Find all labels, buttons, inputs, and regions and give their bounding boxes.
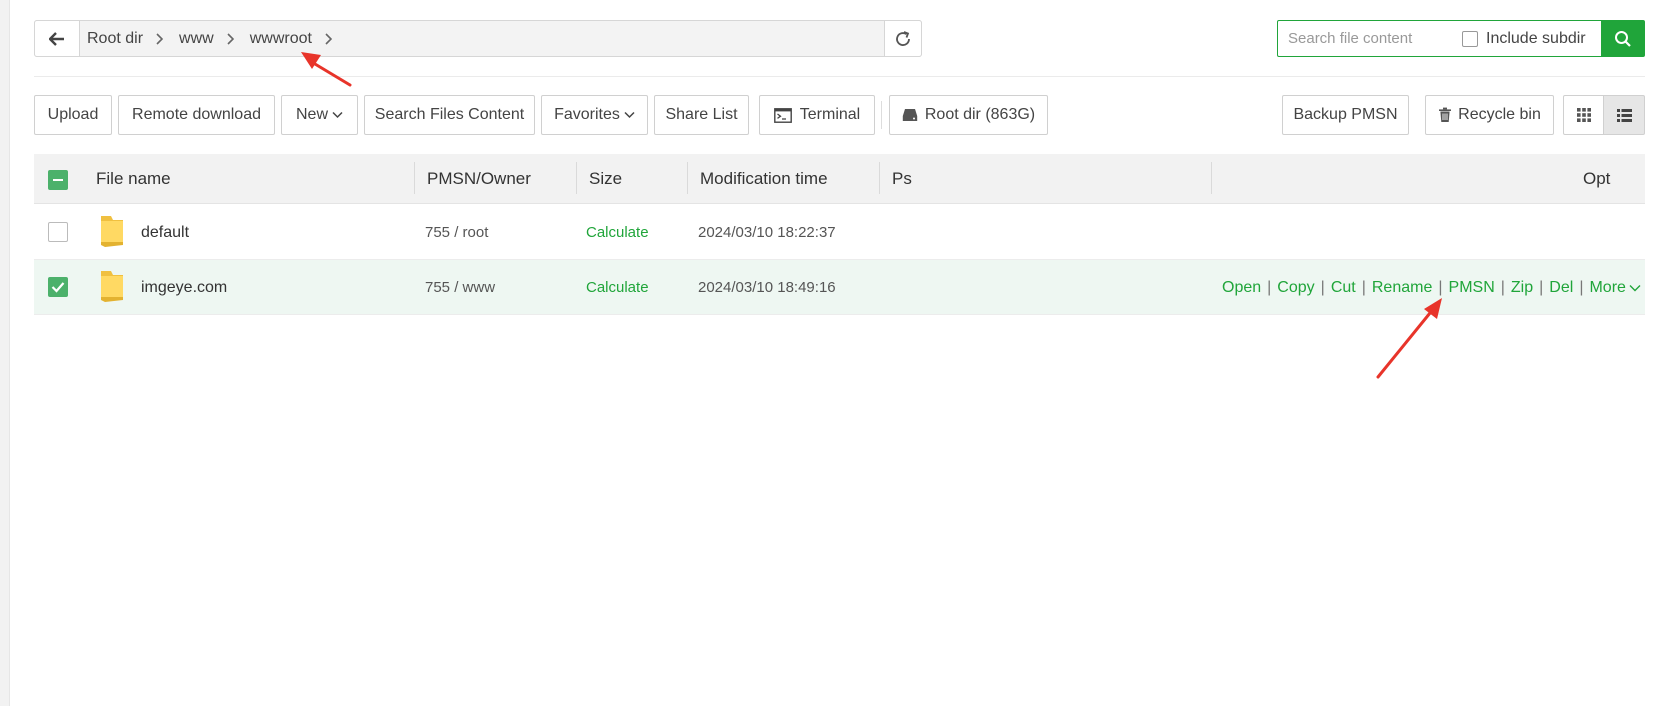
table-row[interactable] (34, 205, 1645, 260)
recycle-bin-button[interactable]: Recycle bin (1425, 95, 1554, 135)
trash-icon (1439, 107, 1452, 122)
chevron-right-icon (226, 32, 234, 45)
modification-time: 2024/03/10 18:49:16 (698, 279, 836, 296)
breadcrumb-item-wwwroot[interactable]: wwwroot (250, 30, 312, 48)
checkmark-icon (51, 282, 65, 293)
root-dir-disk-button[interactable]: Root dir (863G) (889, 95, 1048, 135)
calculate-size-link[interactable]: Calculate (586, 205, 649, 260)
folder-icon (101, 271, 123, 302)
file-permission[interactable]: 755 / root (425, 205, 488, 260)
arrow-left-icon (49, 31, 64, 46)
new-button[interactable]: New (281, 95, 358, 135)
refresh-button[interactable] (884, 20, 922, 57)
column-divider (576, 162, 577, 194)
folder-icon (101, 216, 123, 247)
file-name[interactable]: default (141, 205, 189, 260)
favorites-button[interactable]: Favorites (541, 95, 648, 135)
column-header-size[interactable]: Size (589, 154, 622, 204)
action-cut[interactable]: Cut (1331, 279, 1356, 297)
column-header-pmsn-owner[interactable]: PMSN/Owner (427, 154, 531, 204)
minus-icon (53, 179, 63, 181)
breadcrumb-item-www[interactable]: www (179, 30, 214, 48)
breadcrumb: Root dir www wwwroot (87, 20, 348, 57)
chevron-right-icon (155, 32, 164, 45)
search-button[interactable] (1601, 20, 1645, 57)
row-checkbox-checked[interactable] (48, 277, 68, 297)
column-divider (414, 162, 415, 194)
include-subdir-checkbox[interactable] (1462, 30, 1478, 47)
search-files-content-button[interactable]: Search Files Content (364, 95, 535, 135)
action-del[interactable]: Del (1549, 279, 1573, 297)
action-copy[interactable]: Copy (1277, 279, 1314, 297)
column-header-file-name[interactable]: File name (96, 154, 171, 204)
action-zip[interactable]: Zip (1511, 279, 1533, 297)
action-more[interactable]: More (1589, 279, 1625, 297)
column-header-opt: Opt (1583, 169, 1611, 188)
action-pmsn[interactable]: PMSN (1449, 279, 1495, 297)
chevron-down-icon (332, 111, 343, 119)
select-all-checkbox[interactable] (48, 170, 68, 190)
column-header-modification-time[interactable]: Modification time (700, 154, 828, 204)
terminal-icon (773, 107, 792, 123)
column-divider (687, 162, 688, 194)
toolbar-divider (881, 101, 882, 129)
list-view-icon (1616, 108, 1632, 122)
chevron-down-icon (1629, 284, 1641, 291)
share-list-button[interactable]: Share List (654, 95, 749, 135)
list-view-button[interactable] (1603, 95, 1645, 135)
file-name[interactable]: imgeye.com (141, 260, 227, 315)
column-header-ps[interactable]: Ps (892, 154, 912, 204)
left-gutter (0, 0, 10, 706)
action-open[interactable]: Open (1222, 279, 1261, 297)
refresh-icon (896, 30, 910, 46)
grid-view-icon (1576, 108, 1591, 122)
file-permission[interactable]: 755 / www (425, 260, 495, 315)
row-actions: Open | Copy | Cut | Rename | PMSN | Zip | Del |… (1222, 260, 1641, 315)
column-divider (1211, 162, 1212, 194)
terminal-button[interactable]: Terminal (759, 95, 875, 135)
back-button[interactable] (34, 20, 80, 57)
upload-button[interactable]: Upload (34, 95, 112, 135)
search-icon (1615, 30, 1631, 47)
breadcrumb-item-root-dir[interactable]: Root dir (87, 30, 143, 48)
modification-time: 2024/03/10 18:22:37 (698, 224, 836, 241)
column-divider (879, 162, 880, 194)
divider (34, 76, 1645, 77)
search-input[interactable] (1278, 21, 1453, 56)
action-rename[interactable]: Rename (1372, 279, 1432, 297)
remote-download-button[interactable]: Remote download (118, 95, 275, 135)
row-checkbox[interactable] (48, 222, 68, 242)
calculate-size-link[interactable]: Calculate (586, 260, 649, 315)
chevron-right-icon (324, 32, 332, 45)
backup-pmsn-button[interactable]: Backup PMSN (1282, 95, 1409, 135)
include-subdir-label: Include subdir (1486, 29, 1586, 47)
table-header (34, 154, 1645, 204)
disk-icon (902, 109, 918, 121)
grid-view-button[interactable] (1563, 95, 1604, 135)
include-subdir-toggle[interactable]: Include subdir (1462, 21, 1586, 56)
chevron-down-icon (624, 111, 635, 119)
